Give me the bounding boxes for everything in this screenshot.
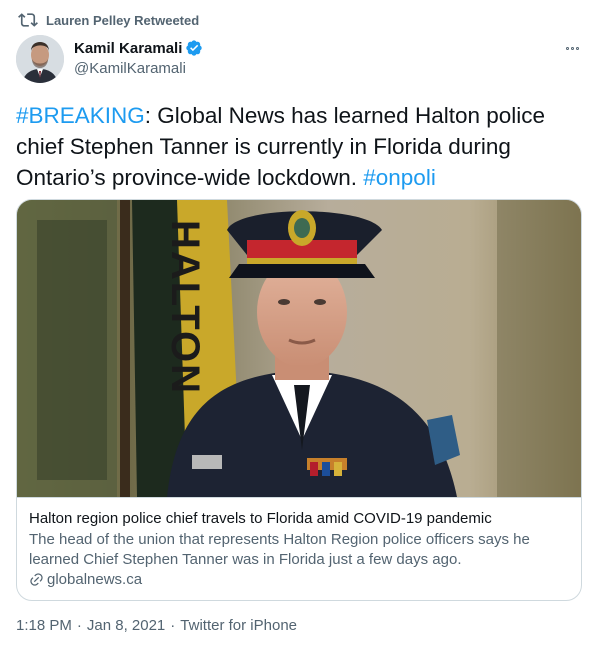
card-meta[interactable]: Halton region police chief travels to Fl… bbox=[17, 497, 581, 600]
card-domain-text: globalnews.ca bbox=[47, 571, 143, 588]
link-card[interactable]: HALTON Halton region police chief travel… bbox=[16, 199, 582, 601]
separator: · bbox=[170, 617, 176, 634]
hashtag-breaking[interactable]: #BREAKING bbox=[16, 103, 145, 128]
hashtag-onpoli[interactable]: #onpoli bbox=[363, 165, 436, 190]
card-domain: globalnews.ca bbox=[29, 571, 569, 588]
author-info[interactable]: Kamil Karamali @KamilKaramali bbox=[74, 38, 203, 77]
more-options-icon[interactable] bbox=[562, 38, 582, 58]
tweet-time[interactable]: 1:18 PM bbox=[16, 617, 72, 634]
author-handle[interactable]: @KamilKaramali bbox=[74, 60, 203, 77]
police-chief-photo: HALTON bbox=[17, 200, 581, 497]
retweet-icon bbox=[18, 13, 38, 27]
tweet-source[interactable]: Twitter for iPhone bbox=[180, 617, 297, 634]
retweet-label: Lauren Pelley Retweeted bbox=[46, 12, 200, 28]
card-description: The head of the union that represents Ha… bbox=[29, 531, 530, 568]
card-image[interactable]: HALTON bbox=[17, 200, 581, 497]
link-icon bbox=[30, 573, 43, 586]
avatar-image bbox=[16, 35, 64, 83]
card-title: Halton region police chief travels to Fl… bbox=[29, 510, 492, 527]
avatar[interactable] bbox=[16, 35, 64, 83]
tweet-footer: 1:18 PM · Jan 8, 2021 · Twitter for iPho… bbox=[16, 617, 297, 634]
tweet-date[interactable]: Jan 8, 2021 bbox=[87, 617, 165, 634]
verified-badge-icon bbox=[186, 40, 203, 56]
tweet-text: #BREAKING: Global News has learned Halto… bbox=[16, 100, 582, 193]
retweet-context[interactable]: Lauren Pelley Retweeted bbox=[16, 10, 199, 30]
separator: · bbox=[76, 617, 82, 634]
card-flag-text: HALTON bbox=[163, 220, 207, 395]
author-name[interactable]: Kamil Karamali bbox=[74, 40, 182, 57]
